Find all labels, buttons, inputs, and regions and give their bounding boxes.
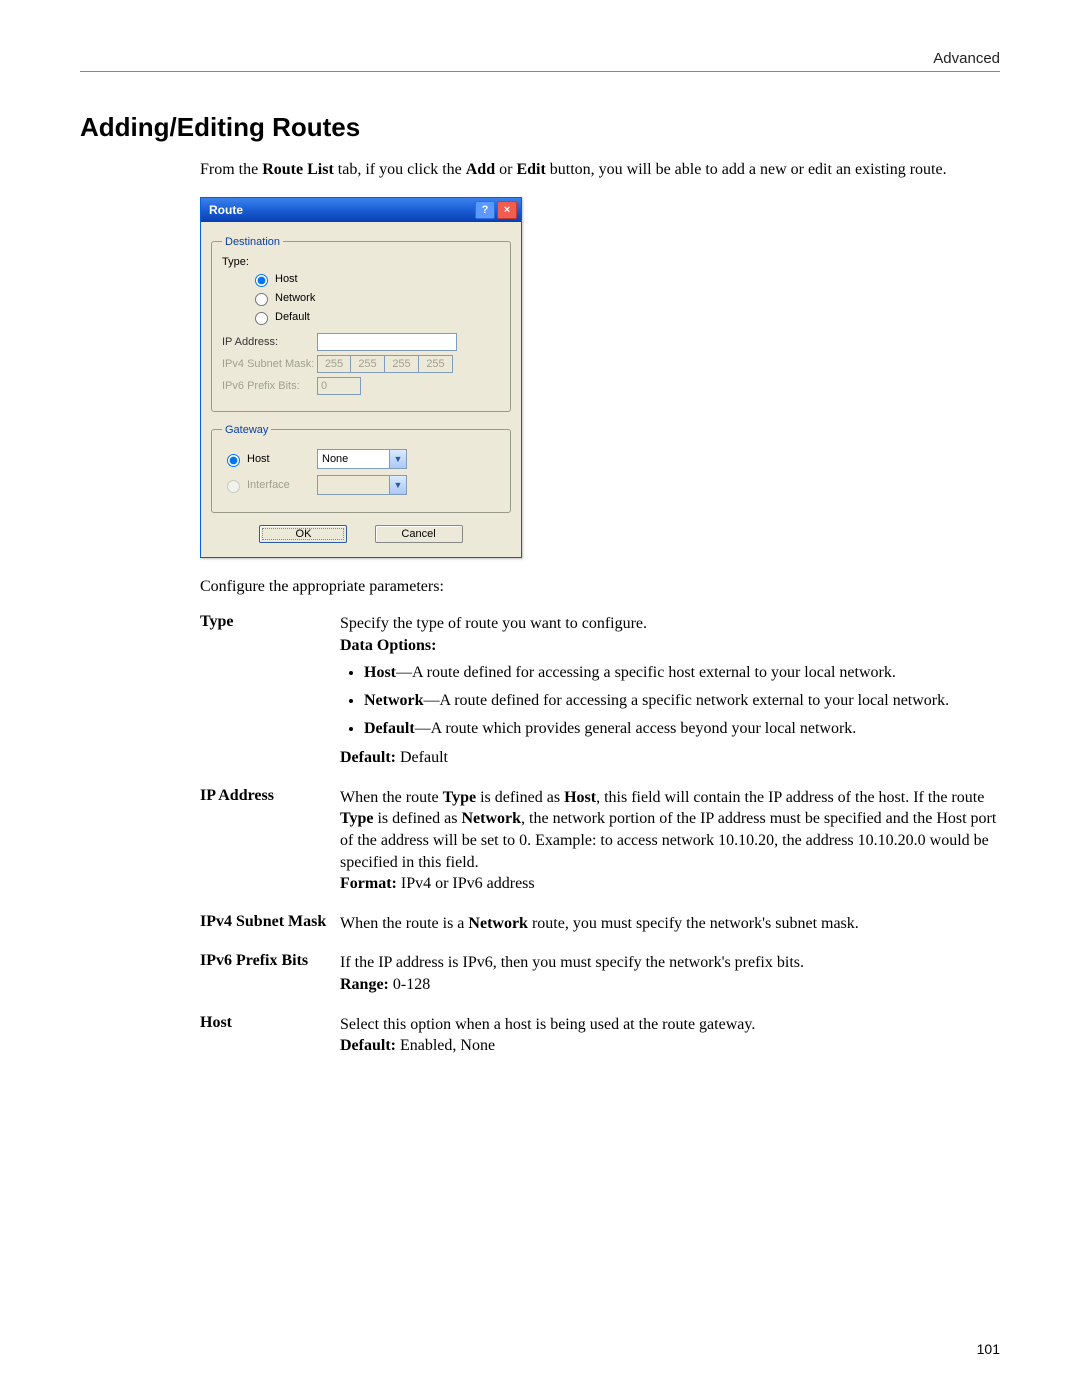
type-host-input[interactable] [255, 274, 268, 287]
param-name-ip: IP Address [200, 787, 340, 895]
param-desc-ip: When the route Type is defined as Host, … [340, 787, 1000, 895]
mask-octet-3 [385, 355, 419, 373]
destination-legend: Destination [222, 236, 283, 248]
gateway-interface-radio: Interface [222, 477, 317, 493]
gateway-interface-input [227, 480, 240, 493]
prefix-bits-input [317, 377, 361, 395]
mask-octet-2 [351, 355, 385, 373]
type-network-radio[interactable]: Network [250, 290, 500, 306]
param-row-type: Type Specify the type of route you want … [200, 613, 1000, 769]
header-section: Advanced [80, 50, 1000, 67]
route-dialog: Route ? × Destination Type: Host [200, 197, 522, 558]
gateway-host-radio[interactable]: Host [222, 451, 317, 467]
close-button[interactable]: × [497, 201, 517, 219]
param-name-host: Host [200, 1014, 340, 1057]
ip-address-input[interactable] [317, 333, 457, 351]
cancel-button[interactable]: Cancel [375, 525, 463, 543]
param-desc-type: Specify the type of route you want to co… [340, 613, 1000, 769]
dialog-titlebar: Route ? × [201, 198, 521, 222]
type-host-radio[interactable]: Host [250, 271, 500, 287]
gateway-host-dropdown[interactable]: None ▼ [317, 449, 407, 469]
gateway-legend: Gateway [222, 424, 271, 436]
param-name-type: Type [200, 613, 340, 769]
param-desc-mask: When the route is a Network route, you m… [340, 913, 1000, 935]
mask-octet-1 [317, 355, 351, 373]
param-row-prefix: IPv6 Prefix Bits If the IP address is IP… [200, 952, 1000, 995]
param-desc-host: Select this option when a host is being … [340, 1014, 1000, 1057]
page-title: Adding/Editing Routes [80, 112, 1000, 143]
mask-octet-4 [419, 355, 453, 373]
ok-button[interactable]: OK [259, 525, 347, 543]
subnet-mask-label: IPv4 Subnet Mask: [222, 358, 317, 370]
gateway-fieldset: Gateway Host None ▼ [211, 424, 511, 513]
ip-address-label: IP Address: [222, 336, 317, 348]
page-number: 101 [977, 1341, 1000, 1357]
type-network-input[interactable] [255, 293, 268, 306]
subnet-mask-input [317, 355, 453, 373]
param-row-mask: IPv4 Subnet Mask When the route is a Net… [200, 913, 1000, 935]
prefix-bits-label: IPv6 Prefix Bits: [222, 380, 317, 392]
param-name-prefix: IPv6 Prefix Bits [200, 952, 340, 995]
param-name-mask: IPv4 Subnet Mask [200, 913, 340, 935]
param-row-ip: IP Address When the route Type is define… [200, 787, 1000, 895]
type-default-radio[interactable]: Default [250, 309, 500, 325]
type-label: Type: [222, 256, 500, 268]
header-rule [80, 71, 1000, 72]
intro-paragraph: From the Route List tab, if you click th… [200, 159, 1000, 181]
configure-line: Configure the appropriate parameters: [200, 576, 1000, 598]
gateway-interface-dropdown: ▼ [317, 475, 407, 495]
chevron-down-icon: ▼ [389, 476, 406, 494]
dialog-title: Route [209, 203, 473, 217]
param-desc-prefix: If the IP address is IPv6, then you must… [340, 952, 1000, 995]
destination-fieldset: Destination Type: Host Network [211, 236, 511, 412]
route-dialog-screenshot: Route ? × Destination Type: Host [200, 197, 1000, 558]
param-row-host: Host Select this option when a host is b… [200, 1014, 1000, 1057]
type-default-input[interactable] [255, 312, 268, 325]
help-button[interactable]: ? [475, 201, 495, 219]
chevron-down-icon[interactable]: ▼ [389, 450, 406, 468]
gateway-host-input[interactable] [227, 454, 240, 467]
